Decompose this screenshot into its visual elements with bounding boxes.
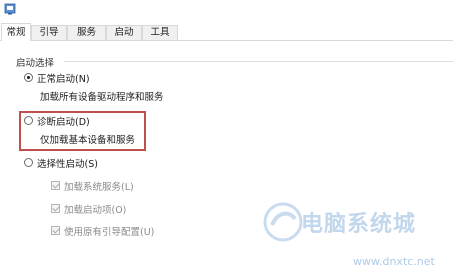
normal-startup-desc: 加载所有设备驱动程序和服务 xyxy=(40,92,164,103)
tab-strip: 常规 引导 服务 启动 工具 xyxy=(0,23,453,41)
watermark-url: www.dnxtc.net xyxy=(353,255,435,268)
tab-general[interactable]: 常规 xyxy=(1,23,31,41)
msconfig-icon xyxy=(4,3,16,15)
group-divider xyxy=(64,61,453,62)
use-original-boot-config-checkbox[interactable] xyxy=(51,226,60,235)
normal-startup-label[interactable]: 正常启动(N) xyxy=(37,71,90,85)
use-original-boot-config-label[interactable]: 使用原有引导配置(U) xyxy=(64,224,154,238)
load-startup-items-label[interactable]: 加载启动项(O) xyxy=(64,202,126,216)
selective-startup-label[interactable]: 选择性启动(S) xyxy=(37,156,98,170)
load-system-services-label[interactable]: 加载系统服务(L) xyxy=(64,179,134,193)
tab-tools[interactable]: 工具 xyxy=(142,25,178,40)
title-bar xyxy=(0,0,453,20)
startup-selection-legend: 启动选择 xyxy=(16,58,55,69)
load-startup-items-checkbox[interactable] xyxy=(51,204,60,213)
normal-startup-radio[interactable] xyxy=(24,73,33,82)
tab-startup[interactable]: 启动 xyxy=(106,25,142,40)
highlight-box xyxy=(19,111,146,151)
watermark-logo-icon xyxy=(263,202,303,242)
watermark-text: 电脑系统城 xyxy=(301,211,417,237)
tab-services[interactable]: 服务 xyxy=(67,25,106,40)
load-system-services-checkbox[interactable] xyxy=(51,181,60,190)
selective-startup-radio[interactable] xyxy=(24,158,33,167)
tab-boot[interactable]: 引导 xyxy=(31,25,67,40)
